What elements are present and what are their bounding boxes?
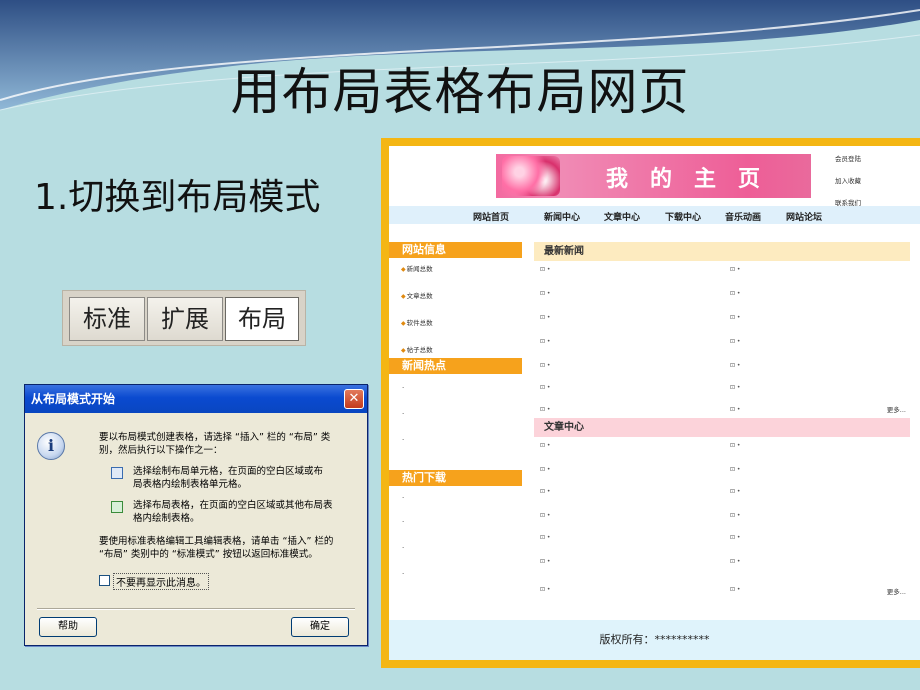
layout-table-icon: [111, 501, 123, 513]
dialog-separator: [37, 608, 355, 610]
banner: 我的主页: [496, 154, 811, 198]
site-info-heading: 网站信息: [389, 242, 522, 258]
nav-forum[interactable]: 网站论坛: [786, 210, 822, 223]
news-hot-panel: . . .: [389, 374, 522, 470]
nav-articles[interactable]: 文章中心: [604, 210, 640, 223]
dialog-title: 从布局模式开始: [31, 392, 116, 406]
nav-news[interactable]: 新闻中心: [544, 210, 580, 223]
mode-toolbar: 标准 扩展 布局: [62, 290, 306, 346]
login-link[interactable]: 会员登陆: [835, 148, 861, 170]
dialog-outro: 要使用标准表格编辑工具编辑表格，请单击 “插入” 栏的 “布局” 类别中的 “标…: [99, 536, 334, 560]
layout-mode-dialog: 从布局模式开始 ✕ i 要以布局模式创建表格，请选择 “插入” 栏的 “布局” …: [24, 384, 368, 646]
hot-download-panel: . . . .: [389, 486, 522, 582]
dont-show-label[interactable]: 不要再显示此消息。: [113, 573, 209, 590]
flowers-image: [502, 156, 560, 196]
info-icon: i: [37, 432, 65, 460]
ok-button[interactable]: 确定: [291, 617, 349, 637]
webpage-preview: 我的主页 会员登陆 加入收藏 联系我们 网站首页 新闻中心 文章中心 下载中心 …: [381, 138, 920, 668]
news-count: 新闻总数: [401, 263, 433, 273]
news-hot-heading: 新闻热点: [389, 358, 522, 374]
favorite-link[interactable]: 加入收藏: [835, 170, 861, 192]
article-count: 文章总数: [401, 290, 433, 300]
article-more[interactable]: 更多...: [887, 586, 906, 596]
expanded-mode-button[interactable]: 扩展: [147, 297, 223, 341]
dont-show-checkbox[interactable]: [99, 575, 110, 586]
dialog-intro: 要以布局模式创建表格，请选择 “插入” 栏的 “布局” 类 别，然后执行以下操作…: [99, 432, 331, 456]
slide-subtitle: 1.切换到布局模式: [34, 177, 321, 218]
dialog-option-2: 选择布局表格，在页面的空白区域或其他布局表 格内绘制表格。: [133, 500, 333, 524]
layout-mode-button[interactable]: 布局: [225, 297, 299, 341]
latest-news-heading: 最新新闻: [534, 242, 910, 261]
draw-layout-cell-icon: [111, 467, 123, 479]
help-button[interactable]: 帮助: [39, 617, 97, 637]
nav-music[interactable]: 音乐动画: [725, 210, 761, 223]
article-center-heading: 文章中心: [534, 418, 910, 437]
latest-news-more[interactable]: 更多...: [887, 404, 906, 414]
dialog-option-1: 选择绘制布局单元格，在页面的空白区域或布 局表格内绘制表格单元格。: [133, 466, 324, 490]
top-links: 会员登陆 加入收藏 联系我们: [835, 148, 861, 214]
slide-title: 用布局表格布局网页: [230, 63, 690, 121]
standard-mode-button[interactable]: 标准: [69, 297, 145, 341]
banner-title: 我的主页: [606, 166, 783, 192]
site-info-panel: 新闻总数 文章总数 软件总数 帖子总数: [389, 258, 522, 358]
hot-download-heading: 热门下载: [389, 470, 522, 486]
nav-bar: 网站首页 新闻中心 文章中心 下载中心 音乐动画 网站论坛: [389, 206, 920, 224]
webpage-canvas: 我的主页 会员登陆 加入收藏 联系我们 网站首页 新闻中心 文章中心 下载中心 …: [389, 146, 920, 660]
post-count: 帖子总数: [401, 344, 433, 354]
nav-home[interactable]: 网站首页: [473, 210, 509, 223]
left-column: 网站信息 新闻总数 文章总数 软件总数 帖子总数 新闻热点 . . . 热门下载…: [389, 242, 522, 582]
software-count: 软件总数: [401, 317, 433, 327]
article-footer-row: ⊡ • ⊡ • 更多...: [534, 582, 910, 602]
nav-downloads[interactable]: 下载中心: [665, 210, 701, 223]
right-column: 最新新闻 ⊡ • ⊡ • ⊡ • ⊡ • ⊡ • ⊡ • ⊡ • ⊡ • ⊡ • ⊡ • …: [534, 242, 910, 582]
page-footer: 版权所有：**********: [389, 620, 920, 660]
close-icon[interactable]: ✕: [344, 389, 364, 409]
dialog-titlebar: 从布局模式开始 ✕: [25, 385, 367, 413]
